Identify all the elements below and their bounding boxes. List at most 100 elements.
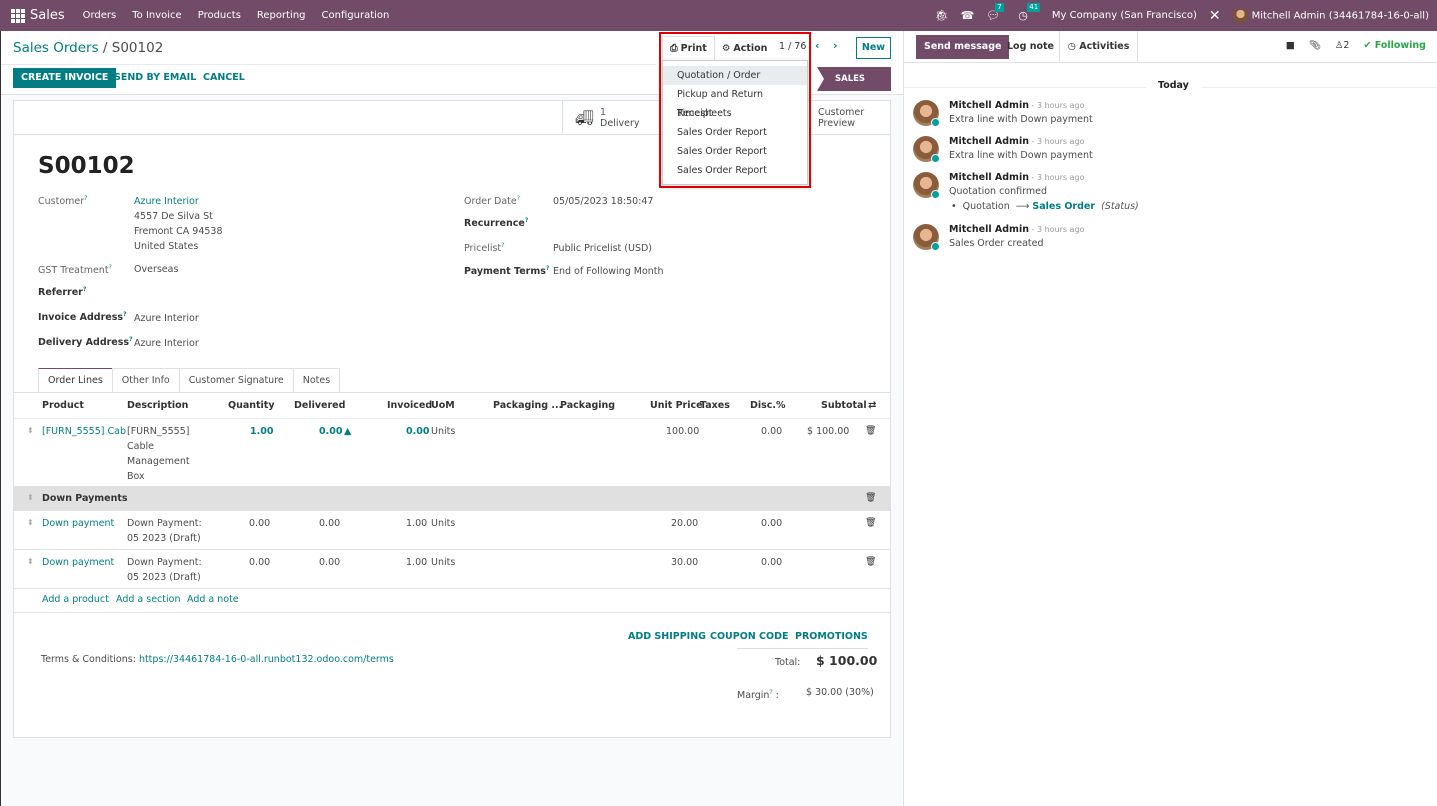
- line-uom[interactable]: Units: [431, 424, 455, 439]
- coupon-code-button[interactable]: COUPON CODE: [710, 631, 788, 642]
- line-product[interactable]: [FURN_5555] Cabl: [42, 424, 126, 439]
- line-unit-price[interactable]: 20.00: [671, 516, 698, 531]
- section-title[interactable]: Down Payments: [42, 491, 128, 506]
- messages-icon[interactable]: 💬︎ 7: [986, 3, 1004, 22]
- send-by-email-button[interactable]: SEND BY EMAIL: [114, 68, 196, 88]
- delete-icon[interactable]: 🗑︎: [865, 557, 876, 567]
- phone-icon[interactable]: ☎: [961, 9, 975, 22]
- cancel-button[interactable]: CANCEL: [203, 68, 245, 88]
- payment-terms-value[interactable]: End of Following Month: [553, 264, 664, 279]
- gst-value[interactable]: Overseas: [134, 262, 178, 277]
- pricelist-value[interactable]: Public Pricelist (USD): [553, 241, 652, 256]
- drag-handle-icon[interactable]: ⬍: [27, 493, 34, 502]
- line-quantity[interactable]: 1.00: [250, 424, 273, 439]
- delivery-address-value[interactable]: Azure Interior: [134, 336, 199, 351]
- line-product[interactable]: Down payment: [42, 555, 114, 570]
- breadcrumb-sales-orders[interactable]: Sales Orders: [13, 40, 99, 56]
- app-name[interactable]: Sales: [30, 8, 65, 23]
- customer-value[interactable]: Azure Interior: [134, 194, 199, 209]
- menu-orders[interactable]: Orders: [83, 10, 117, 21]
- recurrence-input[interactable]: [553, 215, 753, 230]
- print-sales-order-report-3[interactable]: Sales Order Report: [663, 161, 807, 180]
- order-date-value[interactable]: 05/05/2023 18:50:47: [553, 194, 653, 209]
- print-quotation-order[interactable]: Quotation / Order: [663, 66, 807, 85]
- line-unit-price[interactable]: 30.00: [671, 555, 698, 570]
- user-menu[interactable]: Mitchell Admin (34461784-16-0-all): [1232, 8, 1429, 23]
- col-taxes[interactable]: Taxes: [700, 400, 730, 411]
- table-row[interactable]: ⬍ Down payment Down Payment: 05 2023 (Dra…: [14, 550, 890, 589]
- col-delivered[interactable]: Delivered: [294, 400, 345, 411]
- line-product[interactable]: Down payment: [42, 516, 114, 531]
- menu-configuration[interactable]: Configuration: [322, 10, 390, 21]
- tab-order-lines[interactable]: Order Lines: [38, 368, 113, 393]
- referrer-input[interactable]: [134, 284, 334, 299]
- delivery-smart-button[interactable]: 🚚︎ 1 Delivery: [562, 101, 659, 135]
- print-menu-button[interactable]: ⎙ Print: [662, 36, 715, 60]
- tab-notes[interactable]: Notes: [292, 368, 341, 393]
- col-packaging[interactable]: Packaging: [560, 400, 615, 411]
- drag-handle-icon[interactable]: ⬍: [27, 557, 34, 566]
- table-row[interactable]: ⬍ Down payment Down Payment: 05 2023 (Dra…: [14, 511, 890, 550]
- col-invoiced[interactable]: Invoiced: [387, 400, 432, 411]
- col-description[interactable]: Description: [127, 400, 188, 411]
- add-shipping-button[interactable]: ADD SHIPPING: [628, 631, 706, 642]
- line-uom[interactable]: Units: [431, 516, 455, 531]
- activities-button[interactable]: ◷ Activities: [1059, 31, 1138, 63]
- col-packaging-qty[interactable]: Packaging ...: [493, 400, 562, 411]
- add-product-link[interactable]: Add a product: [42, 594, 109, 605]
- line-discount[interactable]: 0.00: [761, 555, 782, 570]
- settings-tools-icon[interactable]: ✕: [1209, 8, 1221, 24]
- menu-products[interactable]: Products: [198, 10, 241, 21]
- line-quantity[interactable]: 0.00: [249, 555, 270, 570]
- following-button[interactable]: ✔ Following: [1363, 40, 1426, 51]
- col-unit-price[interactable]: Unit Price: [650, 400, 703, 411]
- col-discount[interactable]: Disc.%: [750, 400, 786, 411]
- column-settings-icon[interactable]: ⇄: [868, 400, 876, 411]
- log-note-button[interactable]: Log note: [996, 31, 1065, 63]
- new-button[interactable]: New: [856, 37, 891, 59]
- col-uom[interactable]: UoM: [431, 400, 455, 411]
- print-pickup-return-receipt[interactable]: Pickup and Return Receipt: [663, 85, 807, 119]
- col-product[interactable]: Product: [42, 400, 84, 411]
- line-discount[interactable]: 0.00: [761, 424, 782, 439]
- print-timesheets[interactable]: Timesheets: [663, 104, 807, 123]
- delete-icon[interactable]: 🗑︎: [865, 493, 876, 503]
- pager-value[interactable]: 1 / 76: [779, 41, 806, 52]
- menu-reporting[interactable]: Reporting: [257, 10, 306, 21]
- apps-grid-icon[interactable]: [11, 8, 25, 23]
- company-switcher[interactable]: My Company (San Francisco): [1052, 10, 1197, 21]
- col-subtotal[interactable]: Subtotal: [821, 400, 867, 411]
- line-discount[interactable]: 0.00: [761, 516, 782, 531]
- line-unit-price[interactable]: 100.00: [666, 424, 699, 439]
- forecast-chart-icon[interactable]: ▲: [344, 424, 351, 439]
- print-sales-order-report-2[interactable]: Sales Order Report: [663, 142, 807, 161]
- line-quantity[interactable]: 0.00: [249, 516, 270, 531]
- delete-icon[interactable]: 🗑︎: [865, 518, 876, 528]
- add-note-link[interactable]: Add a note: [187, 594, 239, 605]
- tab-other-info[interactable]: Other Info: [111, 368, 180, 393]
- line-uom[interactable]: Units: [431, 555, 455, 570]
- status-sales-order[interactable]: SALES ORDER: [817, 67, 891, 91]
- book-icon[interactable]: ■: [1286, 40, 1295, 51]
- menu-to-invoice[interactable]: To Invoice: [132, 10, 181, 21]
- drag-handle-icon[interactable]: ⬍: [27, 518, 34, 527]
- promotions-button[interactable]: PROMOTIONS: [795, 631, 868, 642]
- col-quantity[interactable]: Quantity: [228, 400, 275, 411]
- tab-customer-signature[interactable]: Customer Signature: [178, 368, 294, 393]
- add-section-link[interactable]: Add a section: [116, 594, 180, 605]
- delete-icon[interactable]: 🗑︎: [865, 426, 876, 436]
- paperclip-icon[interactable]: 📎︎: [1309, 40, 1321, 51]
- drag-handle-icon[interactable]: ⬍: [27, 426, 34, 435]
- create-invoice-button[interactable]: CREATE INVOICE: [13, 68, 117, 88]
- activities-icon[interactable]: ◷ 41: [1018, 3, 1041, 22]
- table-row[interactable]: ⬍ [FURN_5555] Cabl [FURN_5555] Cable Manag…: [14, 419, 890, 487]
- followers-button[interactable]: ♙2: [1335, 40, 1350, 51]
- pager-next-icon[interactable]: ›: [833, 39, 838, 52]
- invoice-address-value[interactable]: Azure Interior: [134, 311, 199, 326]
- pager-previous-icon[interactable]: ‹: [815, 39, 820, 52]
- debug-icon[interactable]: 🐞︎: [935, 9, 949, 22]
- section-row[interactable]: ⬍ Down Payments 🗑︎: [14, 487, 890, 511]
- customer-preview-button[interactable]: Customer Preview: [805, 101, 890, 135]
- terms-link[interactable]: https://34461784-16-0-all.runbot132.odoo…: [139, 654, 394, 665]
- action-menu-button[interactable]: ⚙ Action: [715, 36, 775, 60]
